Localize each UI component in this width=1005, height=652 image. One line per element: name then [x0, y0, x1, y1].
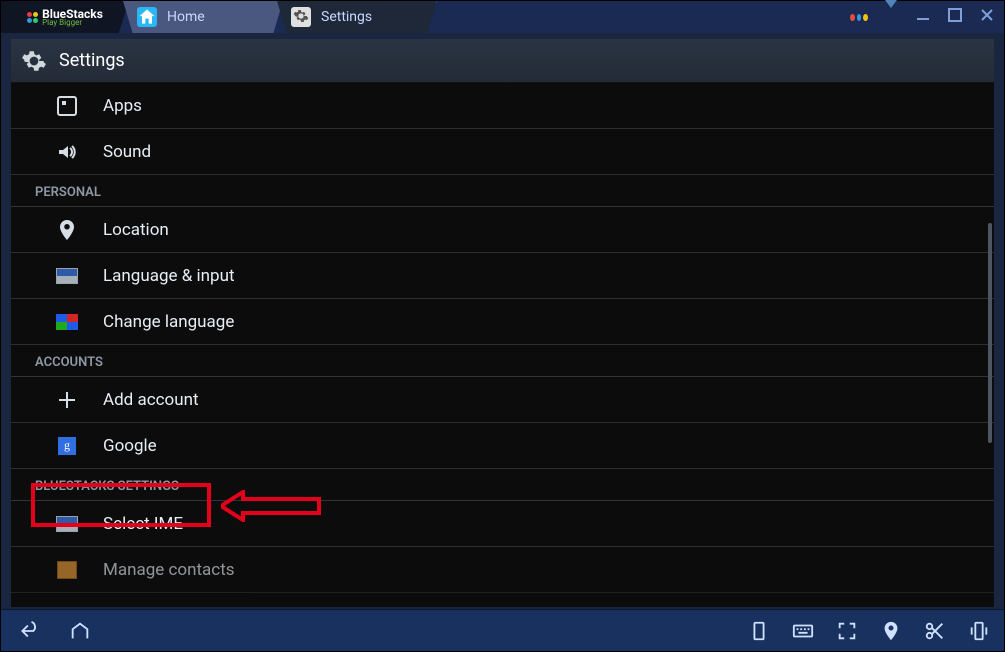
settings-item-label: Apps: [103, 96, 142, 116]
page-header: Settings: [11, 39, 994, 83]
close-button[interactable]: [978, 7, 996, 27]
tabs: Home Settings: [129, 1, 437, 33]
settings-item-label: Select IME: [103, 514, 183, 534]
bluestacks-logo: BlueStacks Play Bigger: [1, 1, 129, 33]
settings-item-google[interactable]: g Google: [11, 423, 994, 469]
pika-icon[interactable]: [850, 14, 868, 21]
dropdown-icon[interactable]: [882, 8, 900, 27]
page-title: Settings: [59, 50, 125, 71]
phone-frame-icon[interactable]: [748, 620, 770, 642]
logo-dots-icon: [27, 12, 38, 23]
settings-item-label: Add account: [103, 390, 199, 410]
home-icon: [137, 7, 157, 27]
keyboard-icon[interactable]: [792, 620, 814, 642]
tab-label: Settings: [321, 9, 372, 25]
settings-item-sound[interactable]: Sound: [11, 129, 994, 175]
logo-subtitle: Play Bigger: [42, 19, 82, 27]
settings-item-manage-contacts[interactable]: Manage contacts: [11, 547, 994, 593]
bottom-bar: [1, 609, 1004, 651]
flags-icon: [55, 310, 79, 334]
settings-item-apps[interactable]: Apps: [11, 83, 994, 129]
apps-icon: [55, 94, 79, 118]
settings-item-add-account[interactable]: Add account: [11, 377, 994, 423]
section-header-bluestacks: BLUESTACKS SETTINGS: [11, 469, 994, 501]
scrollbar[interactable]: [988, 223, 992, 443]
location-icon: [55, 218, 79, 242]
settings-item-label: Manage contacts: [103, 560, 235, 580]
settings-item-change-language[interactable]: Change language: [11, 299, 994, 345]
maximize-button[interactable]: [946, 7, 964, 27]
tab-settings[interactable]: Settings: [277, 1, 437, 33]
settings-list: Apps Sound PERSONAL Location Language & …: [11, 83, 994, 607]
settings-item-select-ime[interactable]: Select IME: [11, 501, 994, 547]
shake-icon[interactable]: [968, 620, 990, 642]
keyboard-icon: [55, 264, 79, 288]
settings-item-label: Location: [103, 220, 169, 240]
google-icon: g: [55, 434, 79, 458]
section-header-accounts: ACCOUNTS: [11, 345, 994, 377]
settings-item-location[interactable]: Location: [11, 207, 994, 253]
back-button[interactable]: [15, 620, 37, 642]
window-controls: [850, 1, 996, 33]
gear-icon: [21, 48, 47, 74]
settings-icon: [291, 7, 311, 27]
minimize-button[interactable]: [914, 7, 932, 27]
settings-item-label: Change language: [103, 312, 234, 332]
location-icon[interactable]: [880, 620, 902, 642]
tab-label: Home: [167, 9, 205, 25]
titlebar: BlueStacks Play Bigger Home Settings: [1, 1, 1004, 33]
contacts-icon: [55, 558, 79, 582]
keyboard-icon: [55, 512, 79, 536]
fullscreen-icon[interactable]: [836, 620, 858, 642]
section-header-personal: PERSONAL: [11, 175, 994, 207]
settings-item-label: Sound: [103, 142, 151, 162]
sound-icon: [55, 140, 79, 164]
plus-icon: [55, 388, 79, 412]
settings-item-language-input[interactable]: Language & input: [11, 253, 994, 299]
settings-item-label: Google: [103, 436, 157, 456]
tab-home[interactable]: Home: [123, 1, 283, 33]
scissors-icon[interactable]: [924, 620, 946, 642]
settings-item-label: Language & input: [103, 266, 235, 286]
home-button[interactable]: [69, 620, 91, 642]
